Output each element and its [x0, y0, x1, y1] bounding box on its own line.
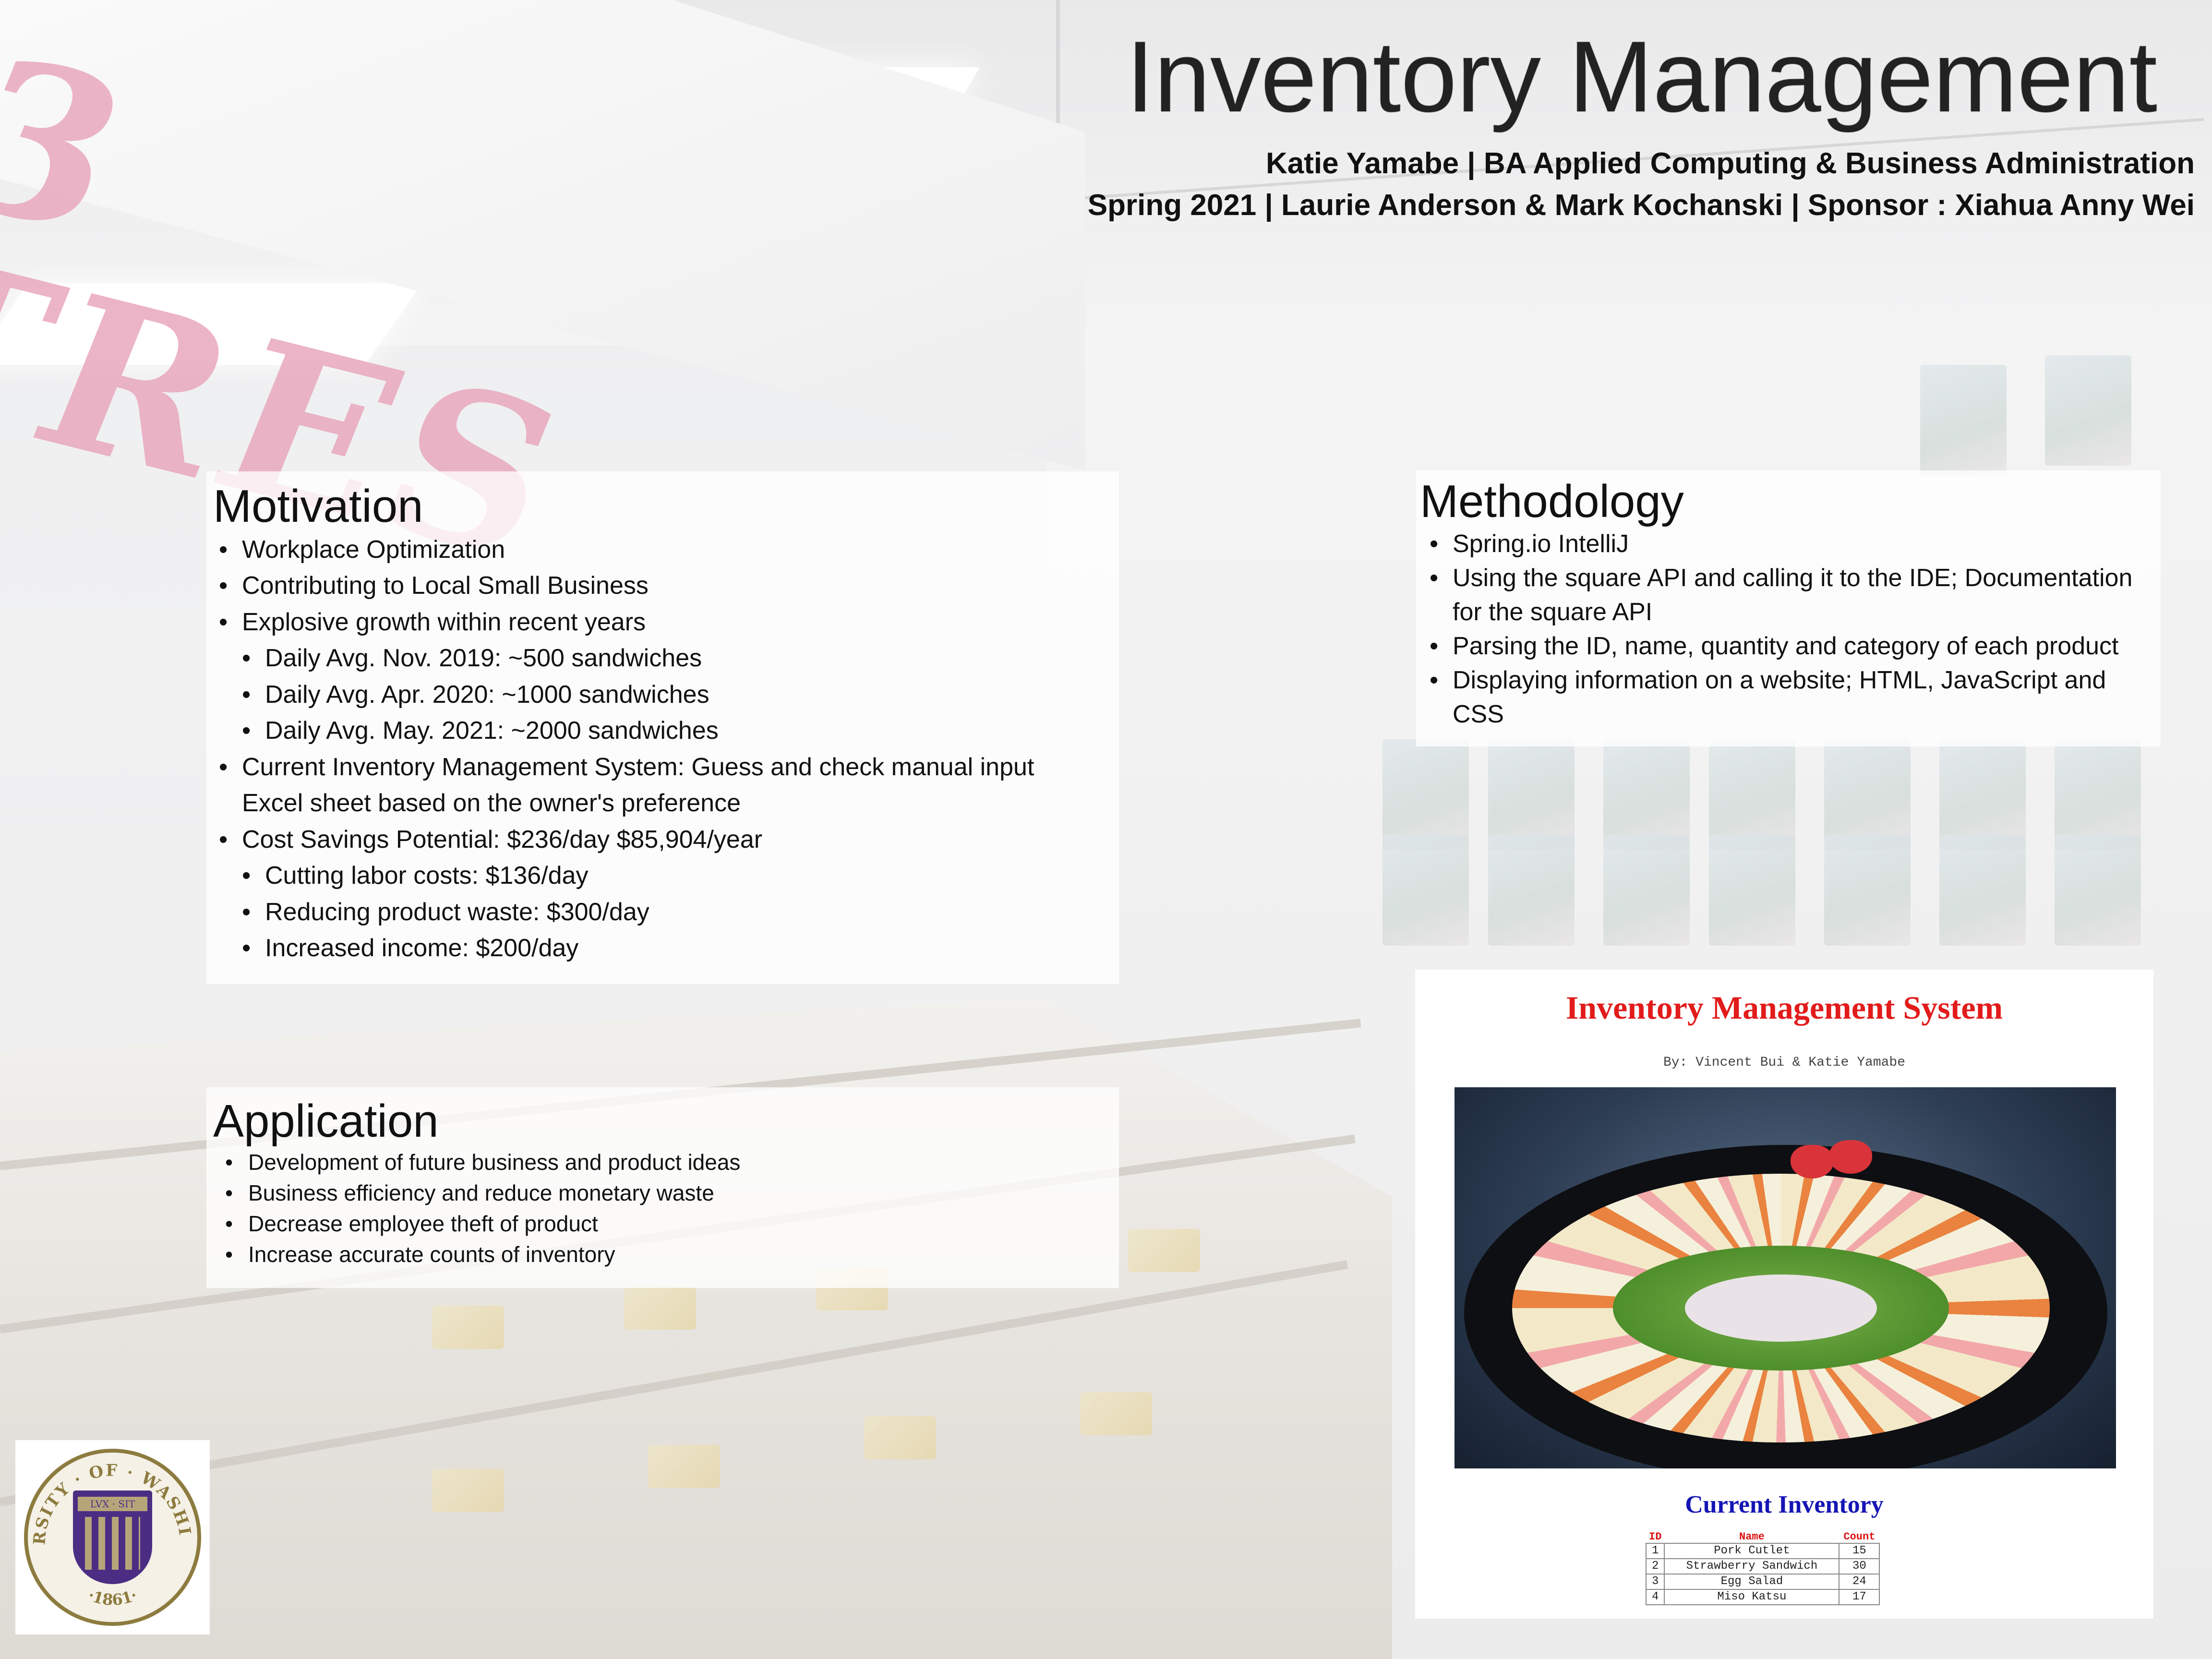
website-screenshot: Inventory Management System By: Vincent …	[1415, 970, 2153, 1619]
inventory-table: ID Name Count 1 Pork Cutlet 15 2 Strawbe…	[1645, 1531, 1880, 1605]
cell-count: 17	[1839, 1589, 1880, 1605]
column-header: Name	[1739, 1531, 1765, 1543]
cell-count: 24	[1839, 1574, 1880, 1590]
cell-id: 2	[1645, 1558, 1665, 1575]
list-subitem: Cutting labor costs: $136/day	[242, 858, 1113, 894]
strawberry	[1829, 1140, 1872, 1174]
sandwich	[432, 1469, 504, 1512]
list-subitem: Reducing product waste: $300/day	[242, 894, 1113, 931]
methodology-heading: Methodology	[1420, 476, 1684, 527]
wall-picture	[1382, 835, 1469, 946]
sandwich	[1128, 1229, 1200, 1272]
list-item: Current Inventory Management System: Gue…	[219, 749, 1113, 786]
application-panel: Application Development of future busine…	[206, 1087, 1119, 1288]
list-item: Contributing to Local Small Business	[219, 568, 1113, 604]
cell-name: Miso Katsu	[1664, 1589, 1840, 1605]
seal-shield-bars	[85, 1517, 140, 1570]
sandwich	[1080, 1392, 1152, 1435]
wall-picture	[1603, 835, 1690, 946]
list-item: Displaying information on a website; HTM…	[1430, 663, 2156, 732]
motivation-list: Workplace Optimization Contributing to L…	[219, 532, 1113, 967]
column-header: Count	[1843, 1531, 1875, 1543]
website-byline: By: Vincent Bui & Katie Yamabe	[1663, 1055, 1906, 1070]
table-row: 4 Miso Katsu 17	[1645, 1589, 1880, 1605]
wall-picture	[1488, 835, 1575, 946]
wall-picture	[1382, 739, 1469, 850]
cell-name: Pork Cutlet	[1664, 1543, 1840, 1559]
table-header-row: ID Name Count	[1646, 1531, 1879, 1543]
cell-id: 4	[1645, 1589, 1665, 1605]
wall-picture	[1824, 835, 1911, 946]
sandwich	[432, 1306, 504, 1349]
list-subitem: Daily Avg. Apr. 2020: ~1000 sandwiches	[242, 677, 1113, 713]
wall-picture	[1709, 835, 1795, 946]
cell-name: Egg Salad	[1664, 1574, 1840, 1590]
cell-count: 15	[1839, 1543, 1880, 1559]
wall-picture	[1603, 739, 1690, 850]
seal-year-text: ·1861·	[85, 1586, 140, 1609]
wall-picture	[1939, 739, 2026, 850]
list-item: Spring.io IntelliJ	[1430, 527, 2156, 561]
table-row: 1 Pork Cutlet 15	[1645, 1543, 1880, 1559]
list-item: Explosive growth within recent years	[219, 604, 1113, 641]
strawberry	[1791, 1145, 1834, 1178]
list-subitem: Daily Avg. Nov. 2019: ~500 sandwiches	[242, 640, 1113, 677]
wall-picture	[1920, 365, 2007, 475]
cell-id: 1	[1645, 1543, 1665, 1559]
wall-picture	[1939, 835, 2026, 946]
motivation-heading: Motivation	[213, 481, 423, 532]
table-row: 2 Strawberry Sandwich 30	[1645, 1558, 1880, 1575]
column-header: ID	[1649, 1531, 1662, 1543]
list-item: Cost Savings Potential: $236/day $85,904…	[219, 822, 1113, 858]
cell-id: 3	[1645, 1574, 1665, 1590]
cell-name: Strawberry Sandwich	[1664, 1558, 1840, 1575]
wall-picture	[2055, 835, 2141, 946]
platter-center-sandwiches	[1685, 1274, 1877, 1342]
sandwich	[864, 1416, 936, 1459]
methodology-list: Spring.io IntelliJ Using the square API …	[1430, 527, 2156, 732]
list-item: Increase accurate counts of inventory	[225, 1239, 1113, 1270]
wall-picture	[1709, 739, 1795, 850]
sandwich	[648, 1445, 720, 1488]
website-title: Inventory Management System	[1565, 989, 2003, 1026]
list-item: Business efficiency and reduce monetary …	[225, 1178, 1113, 1208]
sandwich	[624, 1286, 696, 1330]
list-subitem: Daily Avg. May. 2021: ~2000 sandwiches	[242, 713, 1113, 749]
list-item: Workplace Optimization	[219, 532, 1113, 568]
wall-picture	[1824, 739, 1911, 850]
list-subitem: Increased income: $200/day	[242, 930, 1113, 967]
author-line: Katie Yamabe | BA Applied Computing & Bu…	[1265, 147, 2195, 180]
credits-line: Spring 2021 | Laurie Anderson & Mark Koc…	[1087, 189, 2195, 222]
list-item: Parsing the ID, name, quantity and categ…	[1430, 629, 2156, 663]
wall-picture	[1488, 739, 1575, 850]
motivation-panel: Motivation Workplace Optimization Contri…	[206, 471, 1119, 984]
seal-motto: LVX · SIT	[78, 1497, 147, 1511]
application-heading: Application	[213, 1095, 439, 1147]
methodology-panel: Methodology Spring.io IntelliJ Using the…	[1416, 470, 2161, 746]
list-item: Development of future business and produ…	[225, 1147, 1113, 1178]
wall-picture	[2055, 739, 2141, 850]
list-item: Decrease employee theft of product	[225, 1208, 1113, 1239]
current-inventory-heading: Current Inventory	[1685, 1491, 1884, 1518]
poster-title: Inventory Management	[1126, 20, 2157, 133]
application-list: Development of future business and produ…	[225, 1147, 1113, 1270]
list-item-continuation: Excel sheet based on the owner's prefere…	[242, 789, 741, 817]
table-row: 3 Egg Salad 24	[1645, 1574, 1880, 1590]
list-item: Using the square API and calling it to t…	[1430, 561, 2156, 629]
cell-count: 30	[1839, 1558, 1880, 1575]
sandwich-platter-photo	[1455, 1087, 2116, 1468]
svg-text:·1861·: ·1861·	[85, 1586, 140, 1609]
wall-picture	[2045, 355, 2131, 466]
university-seal-logo: UNIVERSITY · OF · WASHINGTON ·1861· LVX …	[15, 1440, 210, 1635]
